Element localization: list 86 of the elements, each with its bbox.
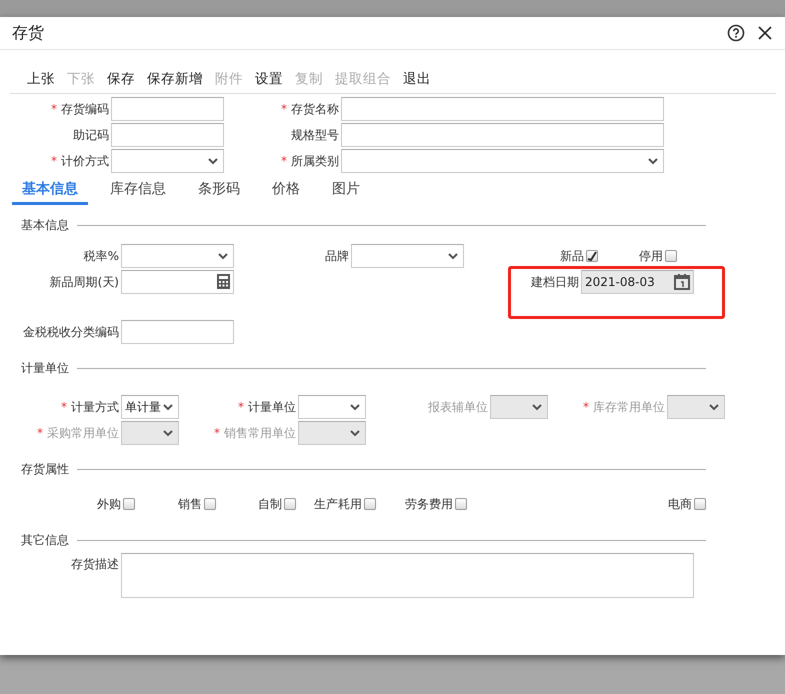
section-title: 计量单位 [21,360,69,377]
dropdown-field[interactable] [351,244,464,268]
field-label: 存货编码 [61,102,109,116]
dropdown-field[interactable]: 单计量 [121,395,179,419]
field-label: 计量单位 [248,400,296,414]
chevron-down-icon [208,158,218,165]
field-label: 计价方式 [61,154,109,168]
required-mark: * [61,400,67,414]
field-label: 税率% [84,249,119,263]
field-label: 生产耗用 [314,497,362,511]
chevron-down-icon [350,430,360,437]
required-mark: * [214,426,220,440]
tab[interactable]: 价格 [262,180,310,205]
dropdown-field[interactable] [298,395,366,419]
toolbar-button[interactable]: 保存新增 [147,70,203,93]
chevron-down-icon [218,253,228,260]
calendar-icon[interactable] [674,274,690,290]
field-label: 销售 [178,497,202,511]
text-area[interactable] [121,553,694,598]
field-label: 金税税收分类编码 [23,325,119,339]
toolbar-button[interactable]: 设置 [255,70,283,93]
dropdown-field[interactable] [111,149,224,173]
window-title: 存货 [12,22,45,44]
input-field[interactable] [121,320,234,344]
field-label: 库存常用单位 [593,400,665,414]
section-title: 其它信息 [21,532,69,549]
field-label: 规格型号 [291,128,339,142]
tab[interactable]: 基本信息 [12,180,88,205]
field-label: 外购 [97,497,121,511]
field-label: 电商 [668,497,692,511]
dropdown-field[interactable] [341,149,664,173]
input-field[interactable] [341,123,664,147]
required-mark: * [37,426,43,440]
required-mark: * [51,102,57,116]
toolbar-button[interactable]: 退出 [403,70,431,93]
tab[interactable]: 条形码 [188,180,250,205]
chevron-down-icon [163,404,173,411]
calculator-icon[interactable] [217,274,230,289]
close-icon[interactable] [757,25,773,41]
field-label: 品牌 [325,249,349,263]
field-label: 存货名称 [291,102,339,116]
field-label: 劳务费用 [405,497,453,511]
field-label: 建档日期 [531,275,579,289]
field-label: 助记码 [73,128,109,142]
field-label: 所属类别 [291,154,339,168]
toolbar-button[interactable]: 保存 [107,70,135,93]
field-label: 新品 [560,249,584,263]
date-field[interactable]: 2021-08-03 [581,270,694,294]
field-label: 自制 [258,497,282,511]
checkbox[interactable] [586,250,598,262]
dropdown-field[interactable] [121,244,234,268]
checkbox[interactable] [364,498,376,510]
section-title: 基本信息 [21,217,69,234]
field-label: 停用 [639,249,663,263]
checkbox[interactable] [665,250,677,262]
checkbox[interactable] [123,498,135,510]
required-mark: * [281,102,287,116]
chevron-down-icon [648,158,658,165]
required-mark: * [238,400,244,414]
field-label: 计量方式 [71,400,119,414]
tab[interactable]: 库存信息 [100,180,176,205]
input-field[interactable] [121,270,234,294]
chevron-down-icon [709,404,719,411]
checkbox[interactable] [694,498,706,510]
field-label: 报表辅单位 [428,400,488,414]
tab[interactable]: 图片 [322,180,370,205]
chevron-down-icon [532,404,542,411]
checkbox[interactable] [204,498,216,510]
chevron-down-icon [350,404,360,411]
checkbox[interactable] [455,498,467,510]
help-icon[interactable] [727,24,745,42]
required-mark: * [583,400,589,414]
input-field[interactable] [341,97,664,121]
chevron-down-icon [448,253,458,260]
required-mark: * [281,154,287,168]
checkbox[interactable] [284,498,296,510]
field-label: 存货描述 [71,557,119,571]
required-mark: * [51,154,57,168]
field-label: 销售常用单位 [224,426,296,440]
field-label: 采购常用单位 [47,426,119,440]
chevron-down-icon [163,430,173,437]
input-field[interactable] [111,97,224,121]
input-field[interactable] [111,123,224,147]
section-title: 存货属性 [21,461,69,478]
field-label: 新品周期(天) [50,275,119,289]
toolbar-button[interactable]: 上张 [27,70,55,93]
